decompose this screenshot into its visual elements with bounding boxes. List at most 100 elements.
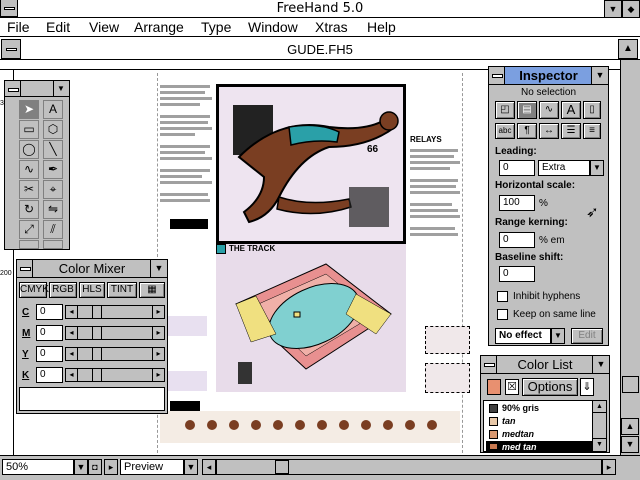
menu-xtras[interactable]: Xtras <box>315 19 348 35</box>
vertical-scrollbar[interactable]: ▲ ▼ <box>620 60 640 455</box>
document-inspector-icon[interactable]: ▯ <box>583 101 601 119</box>
rectangle-tool-icon[interactable]: ▭ <box>19 120 39 139</box>
color-item-med-tan[interactable]: med tan <box>486 441 599 452</box>
tab-tint[interactable]: TINT <box>107 282 137 298</box>
menu-help[interactable]: Help <box>367 19 396 35</box>
page-prev-icon[interactable]: ◘ <box>88 459 102 475</box>
horizontal-scroll-thumb[interactable] <box>275 460 289 474</box>
menu-window[interactable]: Window <box>248 19 298 35</box>
color-picker-icon[interactable]: ▦ <box>139 282 165 298</box>
polygon-tool-icon[interactable]: ⬡ <box>43 120 63 139</box>
text-effect-dropdown-icon[interactable]: ▼ <box>551 328 565 344</box>
color-mixer-title-bar[interactable]: Color Mixer ▼ <box>17 260 167 278</box>
channel-c-input[interactable]: 0 <box>36 304 63 320</box>
paragraph-icon[interactable]: ¶ <box>517 123 537 139</box>
status-bar: 50% ▼ ◘ ▸ Preview ▼ ◂ ▸ <box>0 455 640 480</box>
color-item-tan[interactable]: tan <box>486 415 599 428</box>
color-mixer-collapse-icon[interactable]: ▼ <box>150 260 167 277</box>
pointer-tool-icon[interactable]: ➤ <box>19 100 39 119</box>
abc-style-icon[interactable]: abc <box>495 123 515 139</box>
color-preview-well[interactable] <box>19 387 165 411</box>
baseline-shift-label: Baseline shift: <box>495 252 564 263</box>
freehand-tool-icon[interactable]: ∿ <box>19 160 39 179</box>
inspector-title-bar[interactable]: Inspector ▼ <box>489 67 608 85</box>
columns-icon[interactable]: ☰ <box>561 123 581 139</box>
text-inspector-icon[interactable]: A <box>561 101 581 119</box>
minimize-button[interactable]: ▼ <box>604 0 622 18</box>
color-list-box[interactable]: 90% gris tan medtan med tan ▲ ▼ <box>483 400 607 452</box>
inhibit-hyphens-checkbox[interactable] <box>497 291 508 302</box>
reflect-tool-icon[interactable]: ⇋ <box>43 200 63 219</box>
fill-inspector-icon[interactable]: ∿ <box>539 101 559 119</box>
pen-tool-icon[interactable]: ✒ <box>43 160 63 179</box>
channel-m-slider[interactable]: ◂ ▸ <box>65 326 165 340</box>
trace-tool-icon[interactable] <box>19 240 39 249</box>
options-dropdown-icon[interactable]: ⇓ <box>580 378 594 396</box>
color-list-collapse-icon[interactable]: ▼ <box>592 356 609 373</box>
channel-m-input[interactable]: 0 <box>36 325 63 341</box>
text-tool-icon[interactable]: A <box>43 100 63 119</box>
skew-tool-icon[interactable]: ⫽ <box>43 220 63 239</box>
channel-y-label: Y <box>22 349 29 360</box>
view-mode-field[interactable]: Preview <box>120 459 184 475</box>
channel-y-slider[interactable]: ◂ ▸ <box>65 347 165 361</box>
color-list-scroll-up[interactable]: ▲ <box>593 401 606 413</box>
range-kerning-input[interactable]: 0 <box>499 232 535 248</box>
stroke-inspector-icon[interactable]: ▤ <box>517 101 537 119</box>
rotate-tool-icon[interactable]: ↻ <box>19 200 39 219</box>
color-mixer-panel: Color Mixer ▼ CMYK RGB HLS TINT ▦ C 0 ◂ ▸… <box>16 259 168 414</box>
toolbox-menu-icon[interactable]: ▼ <box>53 81 68 96</box>
page-next-icon[interactable]: ▸ <box>104 459 118 475</box>
menu-edit[interactable]: Edit <box>46 19 70 35</box>
ellipse-tool-icon[interactable]: ◯ <box>19 140 39 159</box>
zoom-tool-icon[interactable] <box>43 240 63 249</box>
leading-mode-dropdown-icon[interactable]: ▼ <box>590 160 604 176</box>
scale-tool-icon[interactable]: ⤢ <box>19 220 39 239</box>
menu-type[interactable]: Type <box>201 19 231 35</box>
knife-tool-icon[interactable]: ✂ <box>19 180 39 199</box>
color-item-90-gris[interactable]: 90% gris <box>486 402 599 415</box>
menu-file[interactable]: File <box>7 19 30 35</box>
baseline-shift-input[interactable]: 0 <box>499 266 535 282</box>
object-inspector-icon[interactable]: ◰ <box>495 101 515 119</box>
channel-c-slider[interactable]: ◂ ▸ <box>65 305 165 319</box>
stroke-none-icon[interactable]: ☒ <box>505 379 519 395</box>
channel-y-input[interactable]: 0 <box>36 346 63 362</box>
vertical-scroll-thumb[interactable] <box>622 376 639 393</box>
menu-arrange[interactable]: Arrange <box>134 19 184 35</box>
view-mode-dropdown-icon[interactable]: ▼ <box>184 459 198 475</box>
alignment-icon[interactable]: ≡ <box>583 123 601 139</box>
zoom-dropdown-icon[interactable]: ▼ <box>74 459 88 475</box>
inspector-collapse-icon[interactable]: ▼ <box>591 67 608 84</box>
scroll-left-button[interactable]: ◂ <box>202 459 216 475</box>
tab-hls[interactable]: HLS <box>79 282 105 298</box>
tab-rgb[interactable]: RGB <box>49 282 77 298</box>
zoom-field[interactable]: 50% <box>2 459 74 475</box>
document-maximize-button[interactable]: ▲ <box>618 39 638 59</box>
scroll-right-button[interactable]: ▸ <box>602 459 616 475</box>
color-list-scrollbar[interactable]: ▲ ▼ <box>592 401 606 451</box>
options-button[interactable]: Options <box>522 378 578 396</box>
fill-color-swatch[interactable] <box>487 379 501 395</box>
edit-effect-button[interactable]: Edit <box>571 328 603 344</box>
line-tool-icon[interactable]: ╲ <box>43 140 63 159</box>
scroll-up-button[interactable]: ▲ <box>621 418 639 435</box>
spacing-icon[interactable]: ↔ <box>539 123 559 139</box>
text-effect-select[interactable]: No effect <box>495 328 551 344</box>
toolbox-title-bar[interactable]: ▼ <box>5 81 69 97</box>
menu-view[interactable]: View <box>89 19 119 35</box>
horizontal-scrollbar[interactable] <box>216 459 602 475</box>
scroll-down-button[interactable]: ▼ <box>621 436 639 453</box>
leading-mode-select[interactable]: Extra <box>538 160 590 176</box>
color-list-title-bar[interactable]: Color List ▼ <box>481 356 609 374</box>
bezigon-tool-icon[interactable]: ⌖ <box>43 180 63 199</box>
leading-input[interactable]: 0 <box>499 160 535 176</box>
color-list-scroll-down[interactable]: ▼ <box>593 438 606 450</box>
restore-button[interactable]: ◆ <box>622 0 640 18</box>
channel-k-slider[interactable]: ◂ ▸ <box>65 368 165 382</box>
keep-on-same-line-checkbox[interactable] <box>497 309 508 320</box>
horizontal-scale-input[interactable]: 100 <box>499 195 535 211</box>
color-item-medtan[interactable]: medtan <box>486 428 599 441</box>
channel-k-input[interactable]: 0 <box>36 367 63 383</box>
tab-cmyk[interactable]: CMYK <box>19 282 49 298</box>
